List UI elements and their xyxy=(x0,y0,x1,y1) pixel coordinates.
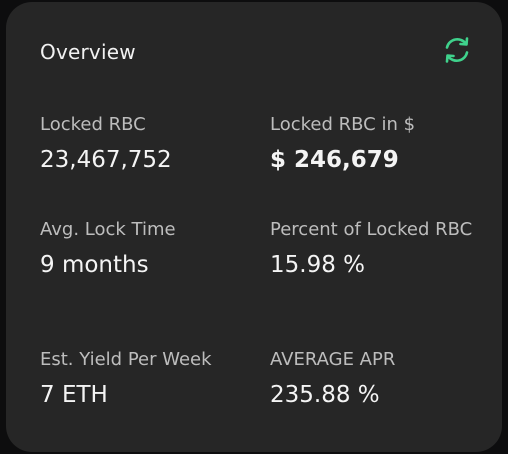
stat-value: 15.98 % xyxy=(270,252,366,278)
stat-locked-rbc-usd: Locked RBC in $ $ 246,679 xyxy=(270,112,480,175)
stat-label: Est. Yield Per Week xyxy=(40,349,212,370)
stat-avg-lock-time: Avg. Lock Time 9 months xyxy=(40,217,240,280)
stat-label: Locked RBC xyxy=(40,114,146,135)
overview-card: Overview Locked RBC 23,467,752 Locked RB… xyxy=(6,2,502,452)
stat-value: 7 ETH xyxy=(40,382,108,408)
stat-value: 9 months xyxy=(40,252,149,278)
refresh-button[interactable] xyxy=(440,33,474,67)
stat-label: Percent of Locked RBC xyxy=(270,219,473,240)
card-title: Overview xyxy=(40,40,136,64)
stat-value: $ 246,679 xyxy=(270,147,399,173)
stat-label: Locked RBC in $ xyxy=(270,114,416,135)
stat-average-apr: AVERAGE APR 235.88 % xyxy=(270,347,480,410)
stat-value: 23,467,752 xyxy=(40,147,172,173)
stat-est-yield: Est. Yield Per Week 7 ETH xyxy=(40,347,240,410)
stat-label: Avg. Lock Time xyxy=(40,219,176,240)
refresh-icon xyxy=(445,37,469,63)
stat-percent-locked: Percent of Locked RBC 15.98 % xyxy=(270,217,480,280)
stat-label: AVERAGE APR xyxy=(270,349,396,370)
stat-value: 235.88 % xyxy=(270,382,380,408)
stat-locked-rbc: Locked RBC 23,467,752 xyxy=(40,112,240,175)
